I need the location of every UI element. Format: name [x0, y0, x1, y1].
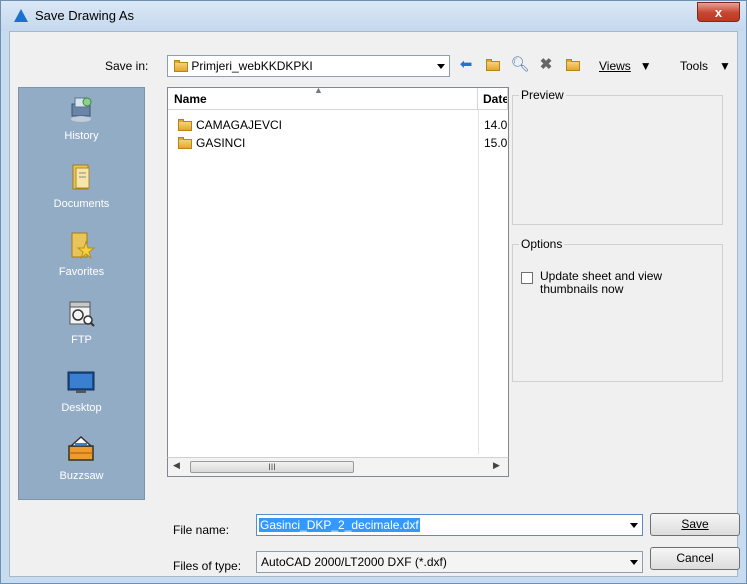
desktop-icon	[67, 371, 95, 393]
dialog-body: Save in: Primjeri_webKKDKPKI ⬅ 🔍︎ ✖ View…	[9, 31, 740, 577]
place-ftp[interactable]: FTP	[19, 298, 144, 364]
update-thumbnails-label: Update sheet and view thumbnails now	[540, 269, 663, 296]
documents-icon	[72, 164, 90, 190]
new-folder-icon[interactable]	[563, 55, 583, 75]
column-header-date[interactable]: Date	[478, 88, 508, 110]
history-icon	[71, 97, 92, 122]
file-type-dropdown[interactable]: AutoCAD 2000/LT2000 DXF (*.dxf)	[256, 551, 643, 573]
place-history[interactable]: History	[19, 94, 144, 160]
place-documents[interactable]: Documents	[19, 162, 144, 228]
scroll-left-icon[interactable]: ◀	[173, 460, 180, 471]
update-thumbnails-checkbox[interactable]	[521, 272, 533, 284]
file-type-label: Files of type:	[173, 559, 242, 573]
place-favorites[interactable]: Favorites	[19, 230, 144, 296]
save-in-dropdown[interactable]: Primjeri_webKKDKPKI	[167, 55, 450, 77]
file-name-label: File name:	[173, 523, 230, 537]
list-item[interactable]: CAMAGAJEVCI 14.0	[168, 118, 508, 134]
search-web-icon[interactable]: 🔍︎	[510, 55, 530, 75]
folder-icon	[174, 60, 188, 72]
autocad-app-icon	[14, 9, 28, 22]
tools-menu[interactable]: Tools ▼	[680, 59, 731, 73]
window-title: Save Drawing As	[35, 8, 134, 23]
chevron-down-icon[interactable]	[630, 523, 638, 528]
chevron-down-icon	[630, 560, 638, 565]
folder-icon	[178, 137, 192, 149]
sort-up-icon: ▲	[314, 85, 323, 95]
scroll-right-icon[interactable]: ▶	[493, 460, 500, 471]
place-desktop[interactable]: Desktop	[19, 366, 144, 432]
title-bar[interactable]: Save Drawing As x	[1, 1, 746, 31]
back-icon[interactable]: ⬅	[456, 55, 476, 75]
places-sidebar: History Documents Favorites FTP Desktop …	[18, 87, 145, 500]
views-menu[interactable]: Views ▼	[599, 59, 652, 73]
ftp-icon	[69, 301, 95, 327]
folder-icon	[178, 119, 192, 131]
save-in-value: Primjeri_webKKDKPKI	[191, 59, 313, 73]
list-item[interactable]: GASINCI 15.0	[168, 136, 508, 152]
save-drawing-dialog: Save Drawing As x Save in: Primjeri_webK…	[0, 0, 747, 584]
save-in-label: Save in:	[105, 59, 149, 73]
column-divider	[478, 110, 479, 454]
chevron-down-icon: ▼	[639, 59, 652, 73]
preview-group: Preview	[512, 88, 723, 225]
cancel-button[interactable]: Cancel	[650, 547, 740, 570]
save-button[interactable]: Save	[650, 513, 740, 536]
file-name-input[interactable]: Gasinci_DKP_2_decimale.dxf	[256, 514, 643, 536]
horizontal-scrollbar[interactable]: ◀ III ▶	[167, 457, 509, 477]
buzzsaw-icon	[68, 435, 94, 461]
up-folder-icon[interactable]	[483, 55, 503, 75]
chevron-down-icon: ▼	[719, 59, 731, 73]
chevron-down-icon	[437, 64, 445, 69]
delete-icon[interactable]: ✖	[536, 55, 556, 75]
close-button[interactable]: x	[697, 2, 740, 22]
favorites-icon	[71, 232, 96, 260]
column-header-name[interactable]: Name ▲	[168, 85, 478, 110]
scrollbar-thumb[interactable]: III	[190, 461, 354, 473]
options-group: Options Update sheet and view thumbnails…	[512, 237, 723, 382]
file-list[interactable]: Name ▲ Date CAMAGAJEVCI 14.0 GASINCI 15.…	[167, 85, 509, 477]
place-buzzsaw[interactable]: Buzzsaw	[19, 434, 144, 500]
